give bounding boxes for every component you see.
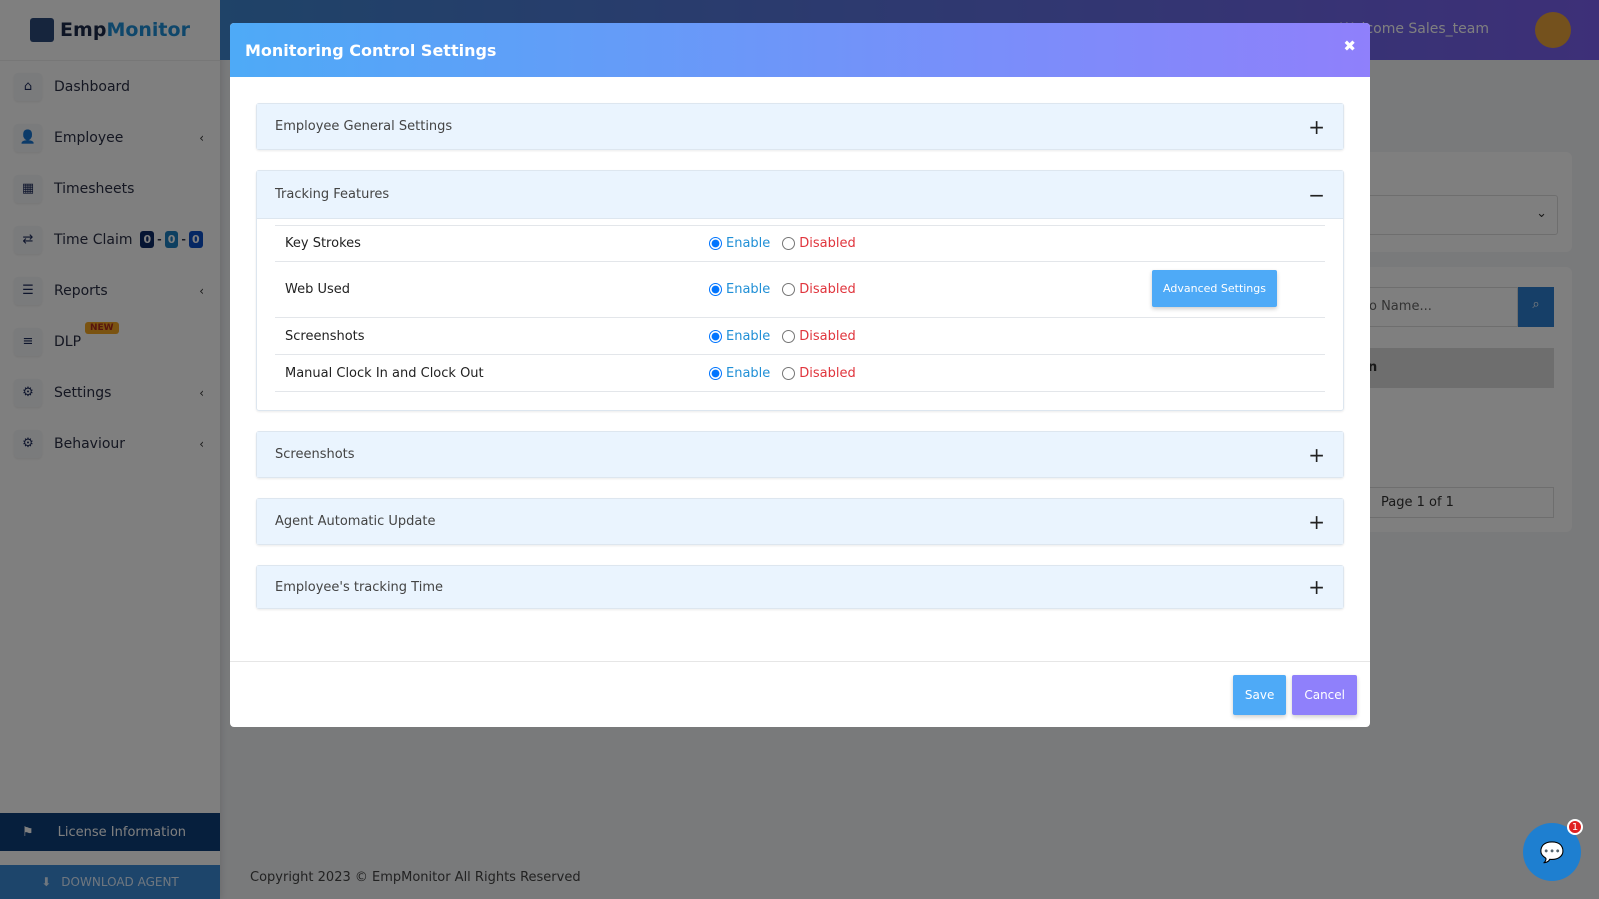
panel-agent-automatic-update: Agent Automatic Update +	[256, 498, 1344, 545]
enable-label: Enable	[726, 236, 771, 251]
enable-radio[interactable]: Enable	[709, 329, 770, 344]
modal-title: Monitoring Control Settings	[245, 40, 497, 60]
disabled-radio[interactable]: Disabled	[782, 328, 856, 344]
panel-title: Employee General Settings	[275, 119, 453, 134]
disabled-radio[interactable]: Disabled	[782, 365, 856, 381]
plus-icon[interactable]: +	[1308, 575, 1325, 599]
setting-label: Web Used	[285, 282, 351, 297]
panel-header[interactable]: Screenshots +	[257, 432, 1343, 477]
disabled-radio[interactable]: Disabled	[782, 236, 856, 251]
chat-badge: 1	[1567, 819, 1583, 835]
setting-row: Web Used Enable Disabled Advanced Setting…	[275, 262, 1325, 318]
cancel-button[interactable]: Cancel	[1292, 674, 1357, 715]
panel-employees-tracking-time: Employee's tracking Time +	[256, 565, 1344, 609]
save-button[interactable]: Save	[1232, 674, 1287, 715]
enable-radio[interactable]: Enable	[709, 282, 770, 297]
setting-row: Manual Clock In and Clock Out Enable Dis…	[275, 355, 1325, 392]
enable-radio[interactable]: Enable	[709, 366, 770, 381]
setting-row: Key Strokes Enable Disabled	[275, 225, 1325, 262]
modal-header: Monitoring Control Settings ✖	[230, 23, 1370, 77]
setting-row: Screenshots Enable Disabled	[275, 318, 1325, 355]
disabled-label: Disabled	[799, 236, 856, 251]
disabled-label: Disabled	[799, 365, 856, 381]
plus-icon[interactable]: +	[1308, 510, 1325, 534]
panel-title: Screenshots	[275, 447, 355, 462]
disabled-radio[interactable]: Disabled	[782, 282, 856, 297]
panel-title: Tracking Features	[275, 187, 390, 202]
panel-tracking-features: Tracking Features − Key Strokes Enable Di…	[256, 170, 1344, 411]
monitoring-control-settings-modal: Monitoring Control Settings ✖ Employee G…	[230, 23, 1370, 727]
setting-label: Manual Clock In and Clock Out	[285, 365, 484, 381]
panel-title: Employee's tracking Time	[275, 579, 443, 595]
panel-title: Agent Automatic Update	[275, 514, 436, 529]
chat-icon: 💬	[1539, 840, 1565, 864]
plus-icon[interactable]: +	[1308, 115, 1325, 139]
panel-header[interactable]: Tracking Features −	[257, 171, 1343, 219]
minus-icon[interactable]: −	[1308, 183, 1325, 207]
enable-label: Enable	[726, 282, 771, 297]
plus-icon[interactable]: +	[1308, 443, 1325, 467]
advanced-settings-button[interactable]: Advanced Settings	[1152, 270, 1277, 307]
enable-radio[interactable]: Enable	[709, 236, 770, 251]
enable-label: Enable	[726, 328, 771, 344]
panel-header[interactable]: Agent Automatic Update +	[257, 499, 1343, 544]
panel-screenshots: Screenshots +	[256, 431, 1344, 478]
setting-label: Key Strokes	[285, 236, 361, 251]
enable-label: Enable	[726, 365, 771, 381]
chat-button[interactable]: 💬 1	[1523, 819, 1583, 881]
panel-header[interactable]: Employee's tracking Time +	[257, 566, 1343, 608]
panel-employee-general-settings: Employee General Settings +	[256, 103, 1344, 150]
panel-header[interactable]: Employee General Settings +	[257, 104, 1343, 149]
setting-label: Screenshots	[285, 328, 365, 344]
disabled-label: Disabled	[799, 282, 856, 297]
disabled-label: Disabled	[799, 328, 856, 344]
modal-footer: Save Cancel	[230, 661, 1370, 727]
close-icon[interactable]: ✖	[1343, 37, 1356, 55]
